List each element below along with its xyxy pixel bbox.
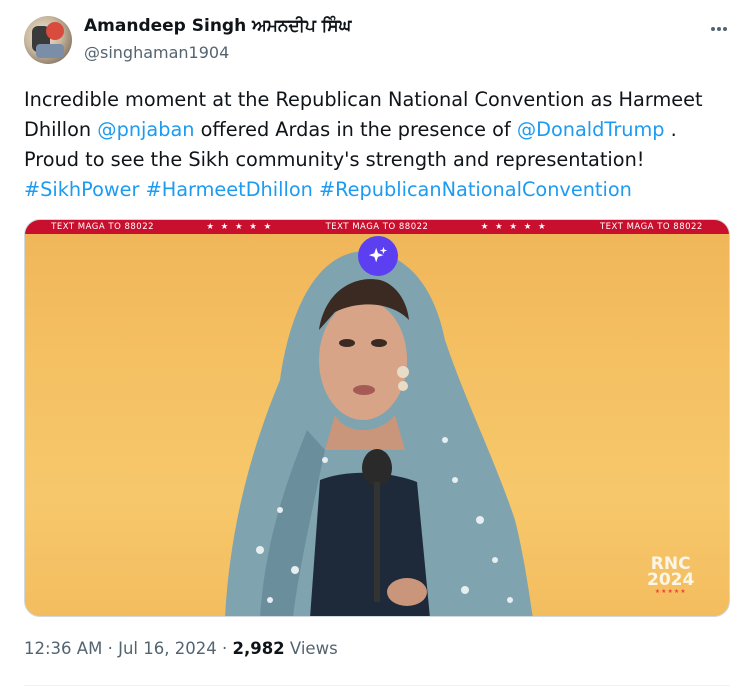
tweet-line: #SikhPower #HarmeetDhillon #RepublicanNa… xyxy=(24,175,730,205)
tweet-media-video[interactable]: TEXT MAGA TO 88022 ★ ★ ★ ★ ★ TEXT MAGA T… xyxy=(24,219,730,617)
rnc-logo: RNC 2024 ★★★★★ xyxy=(647,554,695,596)
more-horizontal-icon[interactable] xyxy=(706,16,732,42)
tweet-text-fragment: Dhillon xyxy=(24,118,98,141)
hashtag-link[interactable]: #RepublicanNationalConvention xyxy=(319,178,632,201)
author-handle[interactable]: @singhaman1904 xyxy=(84,43,229,62)
separator: · xyxy=(102,639,119,658)
tweet-text-fragment: offered Ardas in the presence of xyxy=(194,118,517,141)
avatar[interactable] xyxy=(24,16,72,64)
tweet-time[interactable]: 12:36 AM xyxy=(24,639,102,658)
views-count: 2,982 xyxy=(232,639,285,658)
speaker-figure xyxy=(225,251,533,616)
sparkles-icon[interactable] xyxy=(358,236,398,276)
mention-link[interactable]: @DonaldTrump xyxy=(517,118,665,141)
tweet-date[interactable]: Jul 16, 2024 xyxy=(118,639,217,658)
tweet-meta: 12:36 AM · Jul 16, 2024 · 2,982 Views xyxy=(24,639,338,658)
hashtag-link[interactable]: #HarmeetDhillon xyxy=(146,178,313,201)
tweet-text: Incredible moment at the Republican Nati… xyxy=(24,85,730,205)
tweet-line: Incredible moment at the Republican Nati… xyxy=(24,88,703,111)
author-name[interactable]: Amandeep Singh ਅਮਨਦੀਪ ਸਿੰਘ xyxy=(84,16,351,36)
views-label: Views xyxy=(284,639,338,658)
tweet-line: Proud to see the Sikh community's streng… xyxy=(24,148,645,171)
tweet-text-fragment: . xyxy=(664,118,677,141)
separator: · xyxy=(216,639,233,658)
logo-text: 2024 xyxy=(647,570,695,590)
divider xyxy=(24,685,730,686)
tweet-line: Dhillon @pnjaban offered Ardas in the pr… xyxy=(24,115,730,145)
hashtag-link[interactable]: #SikhPower xyxy=(24,178,139,201)
mention-link[interactable]: @pnjaban xyxy=(97,118,194,141)
